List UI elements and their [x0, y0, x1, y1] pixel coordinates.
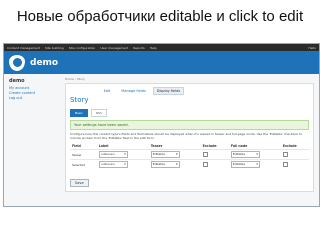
primary-tabs: Edit Manage fields Display fields: [100, 87, 185, 95]
exclude-teaser-checkbox[interactable]: [202, 161, 208, 167]
sidebar-link-log-out[interactable]: Log out: [9, 96, 59, 101]
admin-toolbar: Content management Site building Site co…: [4, 44, 319, 51]
admin-menu-item[interactable]: Help: [150, 46, 157, 50]
site-name[interactable]: demo: [30, 58, 58, 68]
sidebar-title: demo: [9, 78, 25, 84]
admin-menu-item[interactable]: Reports: [133, 46, 145, 50]
table-row: Selected <Above> Editable Editable: [70, 159, 309, 169]
subtab-basic[interactable]: Basic: [70, 109, 88, 117]
site-header: demo: [4, 51, 319, 74]
save-button[interactable]: Save: [70, 179, 89, 187]
sidebar: demo My account Create content Log out: [4, 74, 59, 192]
full-node-select[interactable]: Editable: [230, 151, 260, 158]
table-row: Teaser <Above> Editable Editable: [70, 149, 309, 160]
teaser-select[interactable]: Editable: [150, 161, 180, 168]
slide-title: Новые обработчики editable и click to ed…: [16, 8, 304, 25]
display-fields-table: Field Label Teaser Exclude Full node Exc…: [70, 143, 309, 169]
page-title: Story: [70, 96, 89, 104]
main-content: Home › Story Story Edit Manage fields Di…: [59, 74, 319, 192]
breadcrumb[interactable]: Home › Story: [65, 77, 314, 81]
admin-user-link[interactable]: Hello: [308, 46, 316, 50]
exclude-teaser-checkbox[interactable]: [202, 151, 208, 157]
admin-menu-item[interactable]: Content management: [7, 46, 40, 50]
status-message: Your settings have been saved.: [70, 120, 309, 130]
field-name: Selected: [70, 159, 97, 169]
admin-menu-item[interactable]: User management: [100, 46, 128, 50]
screenshot-frame: Content management Site building Site co…: [3, 43, 320, 207]
tab-manage-fields[interactable]: Manage fields: [117, 87, 149, 95]
drupal-logo-icon[interactable]: [9, 54, 25, 71]
tab-display-fields[interactable]: Display fields: [152, 87, 185, 95]
admin-menu-item[interactable]: Site configuration: [69, 46, 96, 50]
content-panel: Story Edit Manage fields Display fields …: [65, 83, 314, 192]
field-name: Teaser: [70, 149, 97, 160]
full-node-select[interactable]: Editable: [230, 161, 260, 168]
tab-edit[interactable]: Edit: [100, 87, 115, 95]
teaser-select[interactable]: Editable: [150, 151, 180, 158]
exclude-full-checkbox[interactable]: [282, 161, 288, 167]
label-select[interactable]: <Above>: [98, 151, 128, 158]
label-select[interactable]: <Above>: [98, 161, 128, 168]
admin-menu-item[interactable]: Site building: [45, 46, 64, 50]
exclude-full-checkbox[interactable]: [282, 151, 288, 157]
help-description: Configure how this content type's fields…: [70, 132, 303, 140]
secondary-tabs: Basic RSS: [70, 109, 309, 117]
subtab-rss[interactable]: RSS: [90, 109, 107, 117]
